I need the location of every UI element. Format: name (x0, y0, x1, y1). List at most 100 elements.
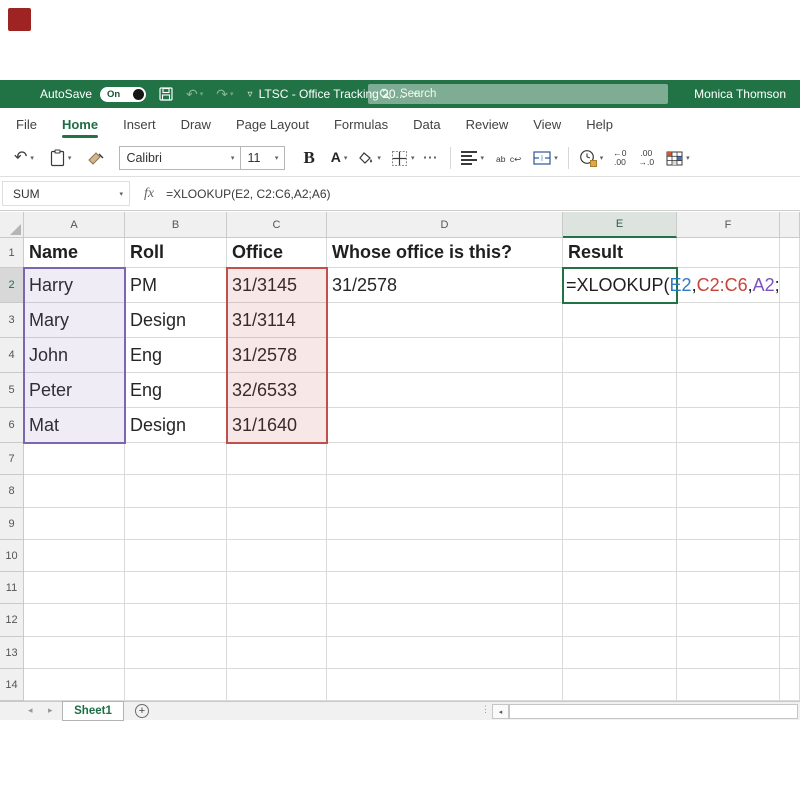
bold-button[interactable]: B (303, 148, 314, 168)
cell-B12[interactable] (125, 604, 227, 637)
cell-A1[interactable]: Name (24, 238, 125, 268)
cell-partial-12[interactable] (780, 604, 800, 637)
column-header-C[interactable]: C (227, 212, 327, 238)
cell-E11[interactable] (563, 572, 677, 604)
row-header-5[interactable]: 5 (0, 373, 24, 408)
cell-B14[interactable] (125, 669, 227, 701)
cell-E1[interactable]: Result (563, 238, 677, 268)
ribbon-tab-insert[interactable]: Insert (123, 108, 156, 140)
ribbon-tab-data[interactable]: Data (413, 108, 440, 140)
cell-A11[interactable] (24, 572, 125, 604)
cell-C14[interactable] (227, 669, 327, 701)
row-header-11[interactable]: 11 (0, 572, 24, 604)
row-header-14[interactable]: 14 (0, 669, 24, 701)
increase-decimal-button[interactable]: ←0 .00 (613, 149, 626, 167)
cell-D11[interactable] (327, 572, 563, 604)
cell-F7[interactable] (677, 443, 780, 475)
cell-A10[interactable] (24, 540, 125, 572)
cell-B9[interactable] (125, 508, 227, 540)
row-header-8[interactable]: 8 (0, 475, 24, 508)
wrap-text-button[interactable]: ab c↩ (496, 149, 521, 167)
cell-D13[interactable] (327, 637, 563, 669)
horizontal-scrollbar[interactable] (509, 704, 798, 719)
ribbon-tab-help[interactable]: Help (586, 108, 613, 140)
cell-C12[interactable] (227, 604, 327, 637)
cell-D12[interactable] (327, 604, 563, 637)
cell-F13[interactable] (677, 637, 780, 669)
row-header-7[interactable]: 7 (0, 443, 24, 475)
cell-C9[interactable] (227, 508, 327, 540)
cell-B7[interactable] (125, 443, 227, 475)
cell-C6[interactable]: 31/1640 (227, 408, 327, 443)
cell-E4[interactable] (563, 338, 677, 373)
cell-D1[interactable]: Whose office is this? (327, 238, 563, 268)
column-header-E[interactable]: E (563, 212, 677, 238)
cell-partial-14[interactable] (780, 669, 800, 701)
column-header-partial[interactable] (780, 212, 800, 238)
row-header-12[interactable]: 12 (0, 604, 24, 637)
cell-B13[interactable] (125, 637, 227, 669)
cell-A13[interactable] (24, 637, 125, 669)
cell-B4[interactable]: Eng (125, 338, 227, 373)
cell-F4[interactable] (677, 338, 780, 373)
cell-partial-4[interactable] (780, 338, 800, 373)
ribbon-tab-page-layout[interactable]: Page Layout (236, 108, 309, 140)
cell-A3[interactable]: Mary (24, 303, 125, 338)
cell-E12[interactable] (563, 604, 677, 637)
align-button[interactable]: ▾ (461, 149, 484, 167)
cell-A8[interactable] (24, 475, 125, 508)
cell-A4[interactable]: John (24, 338, 125, 373)
cell-partial-5[interactable] (780, 373, 800, 408)
cell-E14[interactable] (563, 669, 677, 701)
cell-B2[interactable]: PM (125, 268, 227, 303)
cell-E3[interactable] (563, 303, 677, 338)
search-box[interactable]: Search (368, 84, 668, 104)
fx-icon[interactable]: fx (144, 186, 154, 202)
cell-A12[interactable] (24, 604, 125, 637)
cell-partial-3[interactable] (780, 303, 800, 338)
cell-partial-10[interactable] (780, 540, 800, 572)
row-header-4[interactable]: 4 (0, 338, 24, 373)
cell-C8[interactable] (227, 475, 327, 508)
column-header-F[interactable]: F (677, 212, 780, 238)
cell-B8[interactable] (125, 475, 227, 508)
active-cell-editor[interactable]: =XLOOKUP(E2, C2:C6, A2; (566, 268, 800, 303)
number-format-button[interactable]: ▾ (579, 149, 603, 167)
cell-C10[interactable] (227, 540, 327, 572)
cell-D5[interactable] (327, 373, 563, 408)
cell-C1[interactable]: Office (227, 238, 327, 268)
cell-F5[interactable] (677, 373, 780, 408)
ribbon-tab-review[interactable]: Review (466, 108, 509, 140)
add-sheet-button[interactable]: + (135, 704, 149, 718)
column-header-B[interactable]: B (125, 212, 227, 238)
name-box[interactable]: SUM ▾ (2, 181, 130, 206)
cell-F3[interactable] (677, 303, 780, 338)
cell-A9[interactable] (24, 508, 125, 540)
cell-B11[interactable] (125, 572, 227, 604)
undo-toolbar-button[interactable]: ↶ ▾ (14, 150, 34, 166)
cell-E5[interactable] (563, 373, 677, 408)
redo-button[interactable]: ↷ ▾ (216, 86, 233, 103)
row-header-3[interactable]: 3 (0, 303, 24, 338)
select-all-corner[interactable] (0, 212, 24, 238)
cell-A2[interactable]: Harry (24, 268, 125, 303)
user-name[interactable]: Monica Thomson (694, 87, 786, 101)
cell-A5[interactable]: Peter (24, 373, 125, 408)
cell-C5[interactable]: 32/6533 (227, 373, 327, 408)
row-header-2[interactable]: 2 (0, 268, 24, 303)
cell-E10[interactable] (563, 540, 677, 572)
cell-F14[interactable] (677, 669, 780, 701)
ribbon-tab-file[interactable]: File (16, 108, 37, 140)
ribbon-tab-draw[interactable]: Draw (181, 108, 211, 140)
cell-B10[interactable] (125, 540, 227, 572)
cell-F12[interactable] (677, 604, 780, 637)
cell-D8[interactable] (327, 475, 563, 508)
cell-partial-1[interactable] (780, 238, 800, 268)
cell-C3[interactable]: 31/3114 (227, 303, 327, 338)
row-header-9[interactable]: 9 (0, 508, 24, 540)
ribbon-tab-home[interactable]: Home (61, 108, 99, 140)
column-header-A[interactable]: A (24, 212, 125, 238)
cell-F10[interactable] (677, 540, 780, 572)
row-header-1[interactable]: 1 (0, 238, 24, 268)
cell-D2[interactable]: 31/2578 (327, 268, 563, 303)
